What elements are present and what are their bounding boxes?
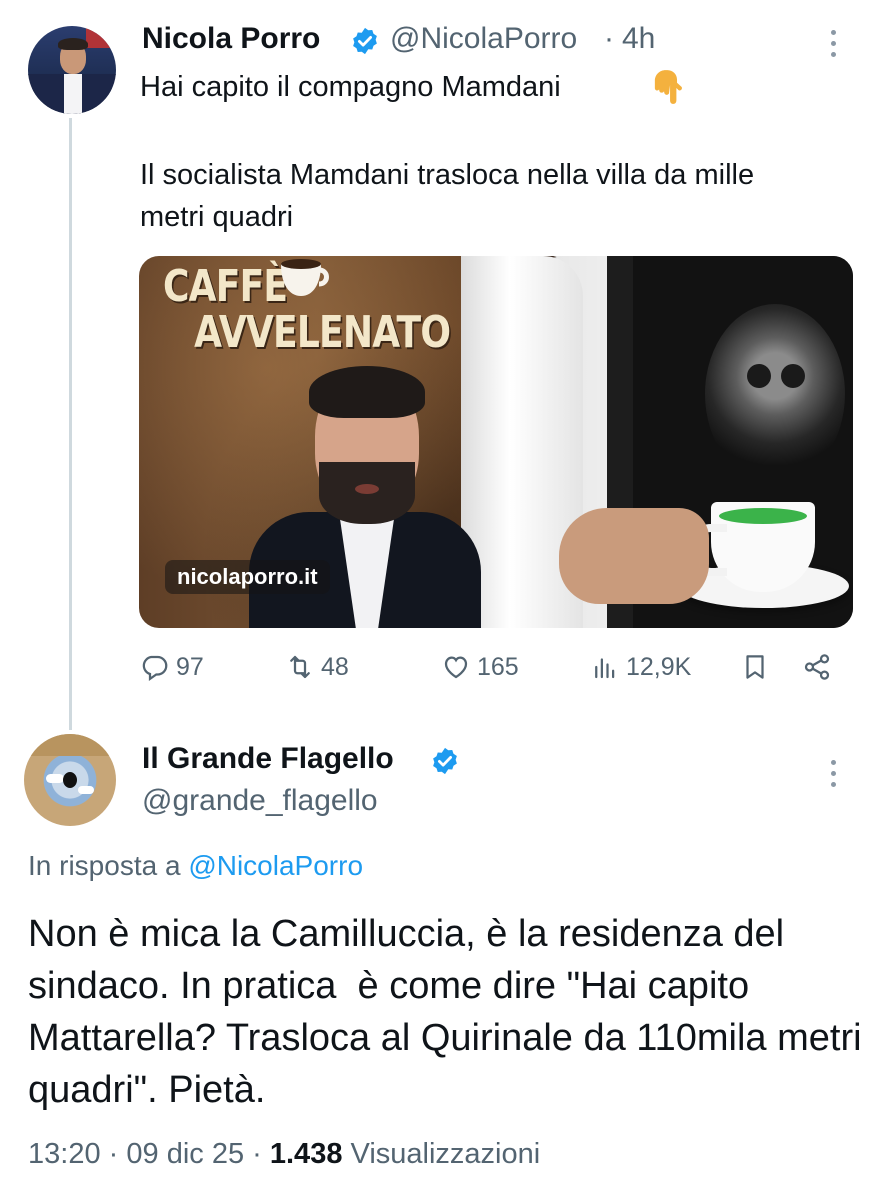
retweet-button[interactable]: 48 (285, 652, 349, 682)
reply-count: 97 (176, 652, 204, 681)
reply-context: In risposta a @NicolaPorro (28, 850, 363, 882)
separator-dot: · (108, 1138, 119, 1170)
reply-button[interactable]: 97 (140, 652, 204, 682)
verified-badge-icon (433, 747, 457, 775)
retweet-icon (290, 655, 310, 679)
media-title-line2: AVVELENATO (194, 307, 451, 358)
skull-smoke (705, 304, 845, 484)
more-options-icon[interactable] (828, 30, 838, 64)
heart-icon (444, 656, 468, 679)
views-count: 1.438 (269, 1138, 343, 1170)
like-count: 165 (477, 652, 519, 681)
like-button[interactable]: 165 (441, 652, 519, 682)
reply-meta: 13:20 · 09 dic 25 · 1.438 Visualizzazion… (28, 1138, 540, 1171)
author-name[interactable]: Nicola Porro (142, 22, 320, 56)
reply-time[interactable]: 13:20 (28, 1138, 101, 1170)
author-handle[interactable]: @NicolaPorro (390, 22, 577, 56)
bookmark-button[interactable] (740, 652, 770, 682)
pointing-down-icon (654, 70, 682, 104)
media-title-line1: CAFFÈ (163, 261, 288, 312)
separator-dot: · (252, 1138, 262, 1170)
reply-icon (142, 655, 168, 682)
share-button[interactable] (802, 652, 832, 682)
tweet-text-line1: Hai capito il compagno Mamdani (140, 71, 561, 103)
timestamp[interactable]: 4h (622, 22, 655, 56)
more-options-icon[interactable] (828, 760, 838, 794)
reply-context-handle-link[interactable]: @NicolaPorro (188, 850, 363, 881)
views-button[interactable]: 12,9K (590, 652, 691, 682)
tweet-media-image[interactable]: CAFFÈ AVVELENATO nicolaporro.it (139, 256, 853, 628)
reply-text: Non è mica la Camilluccia, è la residenz… (28, 913, 873, 1111)
waiter-hand (559, 508, 709, 604)
verified-badge-icon (353, 27, 377, 55)
reply-author-name[interactable]: Il Grande Flagello (142, 742, 394, 776)
thread-line (69, 118, 72, 730)
reply-date[interactable]: 09 dic 25 (126, 1138, 244, 1170)
views-label: Visualizzazioni (350, 1138, 541, 1170)
bookmark-icon (746, 655, 764, 679)
views-count: 12,9K (626, 652, 692, 681)
views-chart-icon (595, 658, 615, 679)
media-watermark: nicolaporro.it (165, 560, 330, 594)
reply-context-prefix: In risposta a (28, 850, 181, 881)
coffee-cup-icon (281, 259, 329, 296)
avatar-nicola-porro[interactable] (28, 26, 116, 114)
avatar-grande-flagello[interactable] (24, 734, 116, 826)
tweet-text-body: Il socialista Mamdani trasloca nella vil… (140, 159, 755, 233)
separator-dot: · (604, 22, 614, 55)
retweet-count: 48 (321, 652, 349, 681)
reply-author-handle[interactable]: @grande_flagello (142, 784, 378, 818)
share-icon (804, 654, 830, 680)
